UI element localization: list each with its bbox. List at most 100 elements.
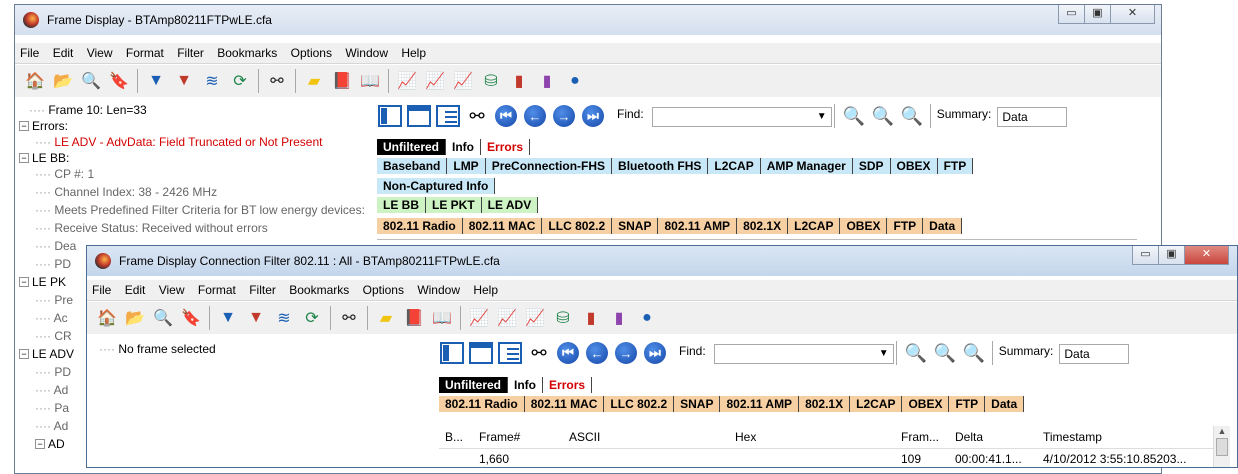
tab-bluetooth-fhs[interactable]: Bluetooth FHS	[612, 158, 709, 174]
tab-802-1x[interactable]: 802.1X	[799, 396, 851, 412]
binoculars-icon[interactable]: ⚯	[265, 69, 289, 93]
refresh-icon[interactable]: ⟳	[300, 306, 324, 330]
home-icon[interactable]: 🏠	[95, 306, 119, 330]
menu-filter[interactable]: Filter	[244, 280, 281, 297]
layers-icon[interactable]: ≋	[272, 306, 296, 330]
menu-options[interactable]: Options	[358, 280, 409, 297]
summary-combo[interactable]: Data	[997, 107, 1068, 127]
note-icon[interactable]: ▰	[374, 306, 398, 330]
close-button[interactable]: ✕	[1110, 5, 1155, 24]
col-header-ascii[interactable]: ASCII	[569, 430, 600, 444]
filter-icon[interactable]: ▼	[216, 306, 240, 330]
tab-l2cap[interactable]: L2CAP	[708, 158, 761, 174]
tree-node-receive-status[interactable]: ···· Receive Status: Received without er…	[35, 221, 268, 235]
tab-preconnection-fhs[interactable]: PreConnection-FHS	[486, 158, 613, 174]
prev-frame-icon[interactable]: ←	[522, 103, 548, 129]
layout-window-icon[interactable]	[406, 103, 432, 129]
tab-ftp[interactable]: FTP	[949, 396, 986, 412]
tab-snap[interactable]: SNAP	[612, 218, 659, 234]
menu-help[interactable]: Help	[468, 280, 503, 297]
menu-view[interactable]: View	[82, 43, 118, 60]
open-folder-icon[interactable]: 📂	[123, 306, 147, 330]
tab-le-pkt[interactable]: LE PKT	[426, 197, 482, 213]
zoom-reset-icon[interactable]: 🔍	[899, 103, 925, 129]
tab-llc-802-2[interactable]: LLC 802.2	[542, 218, 613, 234]
tab-info[interactable]: Info	[446, 139, 482, 155]
minimize-button[interactable]: ▭	[1058, 5, 1085, 24]
find-binoculars-icon[interactable]: ⚯	[526, 340, 552, 366]
tab-baseband[interactable]: Baseband	[377, 158, 448, 174]
tab-802-11-amp[interactable]: 802.11 AMP	[720, 396, 800, 412]
menu-file[interactable]: File	[15, 43, 44, 60]
maximize-button[interactable]: ▣	[1158, 246, 1185, 265]
bar-chart-multi-icon[interactable]: ▮	[607, 306, 631, 330]
first-frame-icon[interactable]: ⏮	[493, 103, 519, 129]
col-header-frame[interactable]: Frame#	[479, 430, 520, 444]
menu-view[interactable]: View	[154, 280, 190, 297]
menu-edit[interactable]: Edit	[48, 43, 79, 60]
col-header-b[interactable]: B...	[445, 430, 463, 444]
menu-bookmarks[interactable]: Bookmarks	[212, 43, 282, 60]
tab-ftp-wifi[interactable]: FTP	[887, 218, 924, 234]
menu-filter[interactable]: Filter	[172, 43, 209, 60]
tab-snap[interactable]: SNAP	[674, 396, 721, 412]
col-header-delta[interactable]: Delta	[955, 430, 983, 444]
pie-icon[interactable]: ●	[563, 69, 587, 93]
tree-node-le-pkt[interactable]: − LE PK	[19, 275, 66, 289]
zoom-in-icon[interactable]: 🔍	[841, 103, 867, 129]
pie-icon[interactable]: ●	[635, 306, 659, 330]
tree-node-adv-pd[interactable]: ···· PD	[35, 365, 71, 379]
menu-edit[interactable]: Edit	[120, 280, 151, 297]
prev-frame-icon[interactable]: ←	[584, 340, 610, 366]
col-header-hex[interactable]: Hex	[735, 430, 756, 444]
tab-802-11-mac[interactable]: 802.11 MAC	[525, 396, 605, 412]
tree-node-cr[interactable]: ···· CR	[35, 329, 72, 343]
col-header-timestamp[interactable]: Timestamp	[1043, 430, 1102, 444]
layout-pane-icon[interactable]	[439, 340, 465, 366]
tab-802-1x[interactable]: 802.1X	[737, 218, 789, 234]
last-frame-icon[interactable]: ⏭	[642, 340, 668, 366]
bar-chart-icon[interactable]: ▮	[507, 69, 531, 93]
maximize-button[interactable]: ▣	[1084, 5, 1111, 24]
col-header-frame-len[interactable]: Fram...	[901, 430, 939, 444]
filter-remove-icon[interactable]: ▼	[244, 306, 268, 330]
book-icon[interactable]: 📖	[358, 69, 382, 93]
tab-le-bb[interactable]: LE BB	[377, 197, 426, 213]
bookmark-icon[interactable]: 🔖	[179, 306, 203, 330]
tab-info[interactable]: Info	[508, 377, 544, 393]
tree-node-ad2[interactable]: ···· Ad	[35, 419, 68, 433]
find-binoculars-icon[interactable]: ⚯	[464, 103, 490, 129]
find-combo[interactable]: ▼	[713, 344, 894, 364]
last-frame-icon[interactable]: ⏭	[580, 103, 606, 129]
layers-icon[interactable]: ≋	[200, 69, 224, 93]
table-row[interactable]: 1,660 109 00:00:41.1... 4/10/2012 3:55:1…	[439, 448, 1213, 467]
menu-bookmarks[interactable]: Bookmarks	[284, 280, 354, 297]
tab-lmp[interactable]: LMP	[447, 158, 486, 174]
zoom-reset-icon[interactable]: 🔍	[961, 340, 987, 366]
scroll-up-icon[interactable]: ▲	[1214, 426, 1230, 436]
tab-802-11-mac[interactable]: 802.11 MAC	[463, 218, 543, 234]
tab-obex-wifi[interactable]: OBEX	[840, 218, 888, 234]
note-icon[interactable]: ▰	[302, 69, 326, 93]
tree-node-le-bb[interactable]: − LE BB:	[19, 151, 69, 165]
binoculars-icon[interactable]: ⚯	[337, 306, 361, 330]
layout-pane-icon[interactable]	[377, 103, 403, 129]
network-icon[interactable]: ⛁	[479, 69, 503, 93]
open-book-icon[interactable]: 📕	[330, 69, 354, 93]
zoom-out-icon[interactable]: 🔍	[870, 103, 896, 129]
bar-chart-multi-icon[interactable]: ▮	[535, 69, 559, 93]
close-button[interactable]: ✕	[1184, 246, 1229, 265]
line-chart-red-icon[interactable]: 📈	[495, 306, 519, 330]
line-chart-icon[interactable]: 📈	[467, 306, 491, 330]
grid-scrollbar[interactable]: ▲	[1213, 426, 1230, 467]
tree-node-ad3[interactable]: − AD	[35, 437, 65, 451]
first-frame-icon[interactable]: ⏮	[555, 340, 581, 366]
network-icon[interactable]: ⛁	[551, 306, 575, 330]
menu-options[interactable]: Options	[286, 43, 337, 60]
layout-list-icon[interactable]	[497, 340, 523, 366]
menu-window[interactable]: Window	[412, 280, 465, 297]
scrollbar-thumb[interactable]	[1216, 438, 1228, 456]
tree-node-le-adv[interactable]: − LE ADV	[19, 347, 74, 361]
tree-node-pa[interactable]: ···· Pa	[35, 401, 69, 415]
next-frame-icon[interactable]: →	[551, 103, 577, 129]
